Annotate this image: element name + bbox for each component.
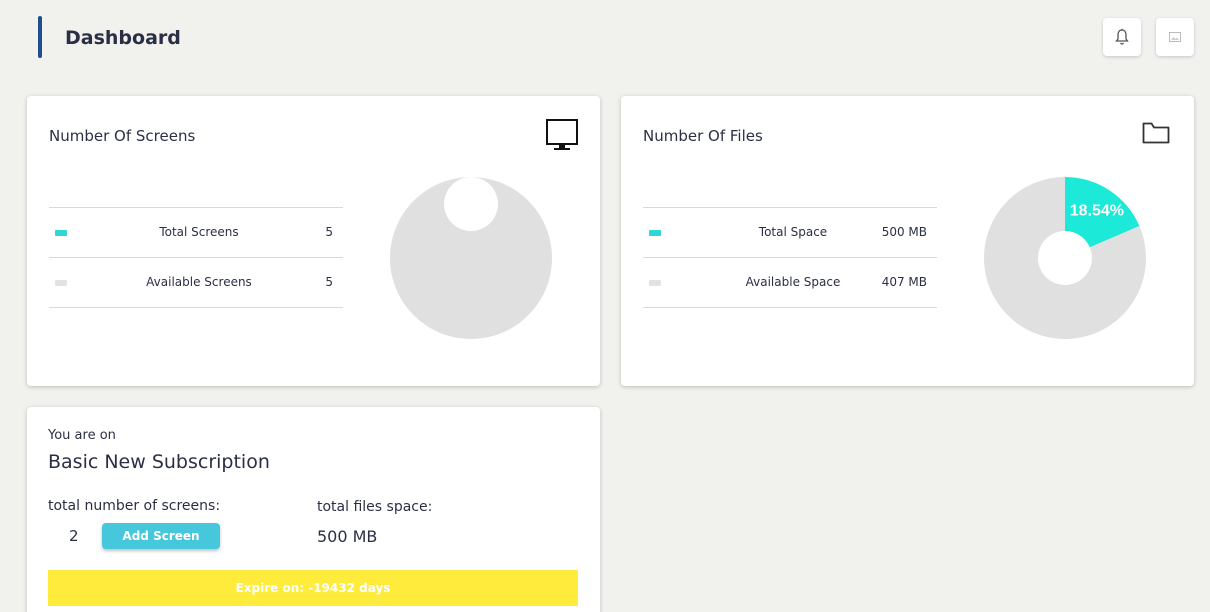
legend-row: Available Space 407 MB — [643, 258, 937, 308]
legend-value: 407 MB — [881, 275, 927, 289]
screens-card: Number Of Screens Total Screens 5 Availa… — [27, 96, 600, 386]
folder-icon — [1142, 122, 1170, 144]
files-space-label: total files space: — [317, 499, 433, 515]
legend-value: 5 — [325, 225, 333, 239]
top-bar: Dashboard — [0, 0, 1210, 80]
legend-row: Available Screens 5 — [49, 258, 343, 308]
screens-legend: Total Screens 5 Available Screens 5 — [49, 207, 343, 308]
files-legend: Total Space 500 MB Available Space 407 M… — [643, 207, 937, 308]
donut-slice-label: 18.54% — [1070, 203, 1124, 220]
files-donut-chart: 18.54% — [984, 177, 1146, 339]
card-title: Number Of Screens — [49, 127, 196, 145]
screens-count-value: 2 — [69, 527, 79, 545]
legend-row: Total Screens 5 — [49, 208, 343, 258]
add-screen-button[interactable]: Add Screen — [102, 523, 220, 549]
screens-count-label: total number of screens: — [48, 498, 221, 514]
legend-value: 5 — [325, 275, 333, 289]
screens-donut-chart — [389, 177, 552, 339]
monitor-icon — [546, 119, 578, 150]
files-space-value: 500 MB — [317, 527, 378, 546]
bell-icon — [1115, 28, 1129, 45]
legend-label: Total Screens — [159, 225, 239, 239]
legend-row: Total Space 500 MB — [643, 208, 937, 258]
legend-label: Available Screens — [146, 275, 252, 289]
legend-swatch — [649, 230, 661, 236]
broken-image-icon — [1169, 32, 1181, 42]
legend-label: Total Space — [758, 225, 828, 239]
title-accent-bar — [38, 16, 42, 58]
page-title: Dashboard — [65, 27, 181, 49]
subscription-intro: You are on — [48, 428, 116, 443]
legend-value: 500 MB — [881, 225, 927, 239]
donut-slice — [389, 177, 552, 339]
expire-banner: Expire on: -19432 days — [48, 570, 578, 606]
legend-label: Available Space — [745, 275, 841, 289]
notifications-button[interactable] — [1103, 18, 1141, 56]
legend-swatch — [649, 280, 661, 286]
subscription-plan-name: Basic New Subscription — [48, 451, 270, 473]
subscription-card: You are on Basic New Subscription total … — [27, 407, 600, 612]
card-title: Number Of Files — [643, 127, 763, 145]
legend-swatch — [55, 280, 67, 286]
avatar-button[interactable] — [1156, 18, 1194, 56]
files-card: Number Of Files Total Space 500 MB Avail… — [621, 96, 1194, 386]
legend-swatch — [55, 230, 67, 236]
